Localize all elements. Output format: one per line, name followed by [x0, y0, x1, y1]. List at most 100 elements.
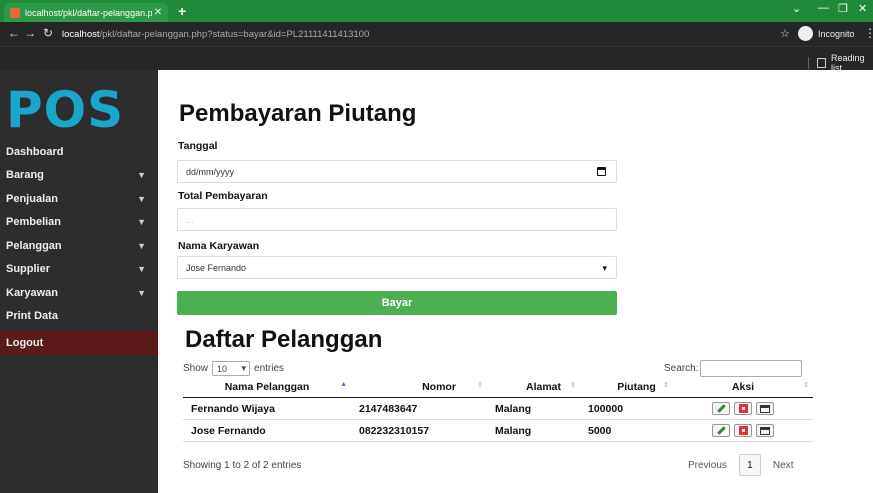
cell-nama: Jose Fernando — [191, 424, 266, 437]
bayar-button[interactable]: Bayar — [177, 291, 617, 315]
caret-down-icon: ▼ — [137, 170, 146, 181]
reload-icon[interactable]: ↻ — [40, 26, 56, 40]
logo: POS — [6, 81, 125, 139]
tanggal-date-input[interactable]: dd/mm/yyyy — [177, 160, 617, 183]
tanggal-placeholder: dd/mm/yyyy — [186, 166, 235, 177]
edit-button[interactable] — [712, 402, 730, 415]
sidebar-item-logout[interactable]: Logout — [0, 331, 158, 355]
bookmarks-bar: Reading list — [0, 46, 873, 73]
entries-label: entries — [254, 363, 285, 374]
minimize-icon[interactable]: — — [818, 2, 829, 14]
page-1-button[interactable]: 1 — [738, 454, 761, 476]
browser-tab[interactable]: localhost/pkl/daftar-pelanggan.p ✕ — [4, 3, 168, 22]
sort-icon: ⇕ — [663, 381, 669, 389]
karyawan-selected-value: Jose Fernando — [186, 262, 247, 273]
tanggal-label: Tanggal — [178, 140, 218, 152]
delete-button[interactable] — [734, 402, 752, 415]
cell-piutang: 100000 — [588, 402, 624, 415]
column-header-alamat[interactable]: Alamat ⇕ — [487, 376, 580, 398]
caret-down-icon: ▼ — [137, 193, 146, 204]
entries-select[interactable]: 10 ▾ — [212, 361, 251, 376]
previous-button[interactable]: Previous — [688, 460, 727, 471]
search-input[interactable] — [700, 360, 803, 377]
sidebar-item-label: Penjualan — [6, 192, 58, 205]
tab-search-icon[interactable]: ⌄ — [792, 2, 801, 15]
sidebar-item-label: Print Data — [6, 310, 58, 323]
column-header-nomor[interactable]: Nomor ⇕ — [351, 376, 487, 398]
sidebar-item-label: Supplier — [6, 263, 51, 276]
table-row: Fernando Wijaya 2147483647 Malang 100000 — [183, 398, 813, 420]
sidebar-item-label: Pembelian — [6, 216, 62, 229]
pencil-icon — [716, 404, 726, 413]
sidebar-item-supplier[interactable]: Supplier ▼ — [0, 258, 158, 282]
cell-nama: Fernando Wijaya — [191, 402, 275, 415]
table-search: Search: — [664, 360, 803, 377]
sidebar-item-print-data[interactable]: Print Data — [0, 305, 158, 329]
caret-down-icon: ▼ — [137, 217, 146, 228]
pencil-icon — [716, 426, 726, 435]
delete-button[interactable] — [734, 424, 752, 437]
search-label: Search: — [664, 363, 699, 374]
sidebar-item-label: Karyawan — [6, 286, 58, 299]
total-pembayaran-input[interactable]: ... — [177, 208, 617, 231]
sidebar-item-barang[interactable]: Barang ▼ — [0, 164, 158, 188]
sidebar-item-pembelian[interactable]: Pembelian ▼ — [0, 211, 158, 235]
bookmark-star-icon[interactable]: ☆ — [780, 27, 790, 40]
cell-alamat: Malang — [495, 424, 532, 437]
sidebar-item-dashboard[interactable]: Dashboard — [0, 140, 158, 164]
browser-titlebar: localhost/pkl/daftar-pelanggan.p ✕ + ⌄ —… — [0, 0, 873, 22]
column-header-label: Alamat — [525, 380, 561, 393]
column-header-nama[interactable]: Nama Pelanggan ▲ — [183, 376, 351, 398]
sidebar-item-label: Dashboard — [6, 145, 64, 158]
entries-length-control: Show 10 ▾ entries — [183, 361, 284, 376]
caret-down-icon: ▼ — [137, 287, 146, 298]
sidebar-item-label: Pelanggan — [6, 239, 62, 252]
cell-aksi — [673, 402, 813, 415]
table-info: Showing 1 to 2 of 2 entries — [183, 460, 302, 471]
sidebar-item-label: Barang — [6, 169, 44, 182]
close-window-icon[interactable]: ✕ — [858, 2, 867, 15]
sort-asc-icon: ▲ — [340, 380, 347, 388]
edit-button[interactable] — [712, 424, 730, 437]
column-header-label: Piutang — [617, 380, 656, 393]
sort-icon: ⇕ — [803, 381, 809, 389]
delete-icon — [738, 404, 748, 413]
tab-title: localhost/pkl/daftar-pelanggan.p — [25, 7, 152, 18]
new-tab-icon[interactable]: + — [178, 3, 186, 19]
sidebar-item-label: Logout — [6, 336, 44, 349]
page-title: Pembayaran Piutang — [179, 100, 417, 127]
address-bar[interactable]: i localhost /pkl/daftar-pelanggan.php?st… — [62, 26, 782, 428]
next-button[interactable]: Next — [773, 460, 794, 471]
nama-karyawan-select[interactable]: Jose Fernando ▾ — [177, 256, 617, 279]
sidebar-item-pelanggan[interactable]: Pelanggan ▼ — [0, 234, 158, 258]
card-icon — [760, 404, 770, 413]
incognito-icon[interactable] — [798, 26, 813, 41]
sidebar-nav: Dashboard Barang ▼ Penjualan ▼ Pembelian ▼ … — [0, 140, 158, 355]
sidebar-item-penjualan[interactable]: Penjualan ▼ — [0, 187, 158, 211]
total-pembayaran-label: Total Pembayaran — [178, 190, 268, 202]
back-icon[interactable]: ← — [6, 26, 22, 40]
incognito-label: Incognito — [818, 29, 855, 39]
pagination: Previous 1 Next — [688, 454, 793, 476]
pay-button[interactable] — [756, 424, 774, 437]
entries-value: 10 — [217, 363, 228, 374]
column-header-aksi[interactable]: Aksi ⇕ — [673, 376, 813, 398]
favicon-icon — [10, 7, 20, 18]
restore-icon[interactable]: ❐ — [838, 2, 848, 15]
sidebar-item-karyawan[interactable]: Karyawan ▼ — [0, 281, 158, 305]
pay-button[interactable] — [756, 402, 774, 415]
browser-menu-icon[interactable]: ⋮ — [864, 26, 873, 40]
sort-icon: ⇕ — [570, 381, 576, 389]
forward-icon[interactable]: → — [22, 26, 38, 40]
table-row: Jose Fernando 082232310157 Malang 5000 — [183, 420, 813, 442]
caret-down-icon: ▼ — [137, 264, 146, 275]
divider — [808, 57, 809, 69]
card-icon — [760, 426, 770, 435]
close-tab-icon[interactable]: ✕ — [152, 7, 164, 18]
column-header-label: Aksi — [731, 380, 755, 393]
cell-alamat: Malang — [495, 402, 532, 415]
cell-piutang: 5000 — [588, 424, 612, 437]
column-header-piutang[interactable]: Piutang ⇕ — [580, 376, 673, 398]
calendar-icon[interactable] — [597, 167, 606, 176]
sort-icon: ⇕ — [477, 381, 483, 389]
